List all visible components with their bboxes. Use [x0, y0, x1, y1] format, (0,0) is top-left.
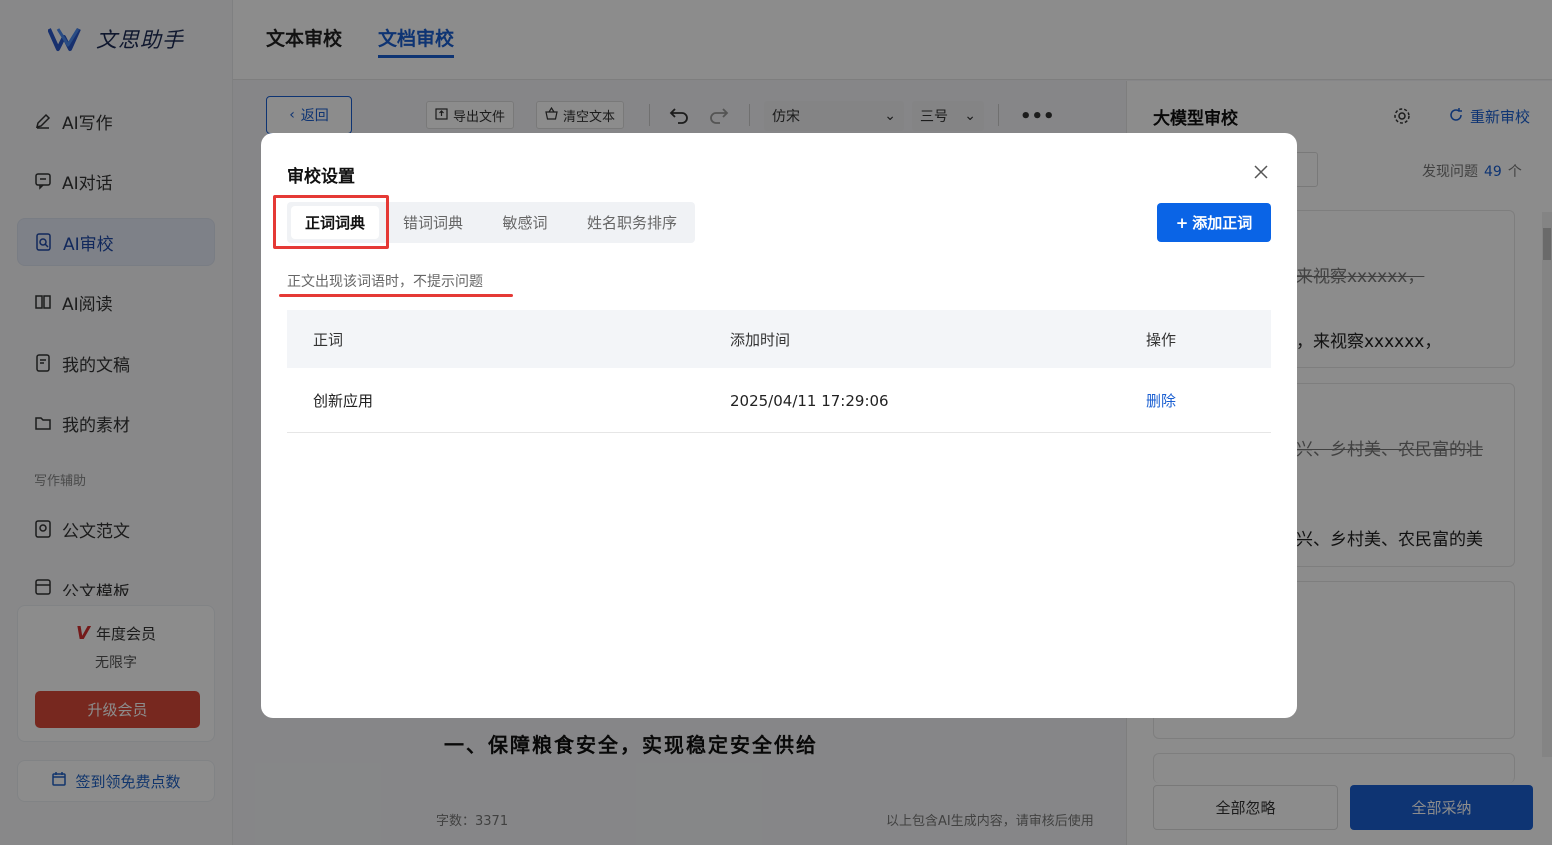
hint-text: 正文出现该词语时，不提示问题 — [287, 274, 483, 290]
delete-link[interactable]: 删除 — [1146, 368, 1176, 433]
cell-time: 2025/04/11 17:29:06 — [730, 391, 889, 410]
column-header-word: 正词 — [313, 330, 344, 349]
tab-name-title-order[interactable]: 姓名职务排序 — [575, 202, 689, 243]
close-icon[interactable] — [1251, 162, 1271, 182]
tab-wrong-words[interactable]: 错词词典 — [391, 202, 475, 243]
plus-icon: + — [1175, 213, 1189, 232]
modal-title: 审校设置 — [287, 167, 355, 187]
cell-word: 创新应用 — [313, 392, 374, 410]
table-header: 正词 添加时间 操作 — [287, 310, 1271, 368]
tab-sensitive-words[interactable]: 敏感词 — [487, 202, 563, 243]
add-button-label: 添加正词 — [1192, 214, 1253, 232]
column-header-time: 添加时间 — [730, 330, 791, 349]
proofread-settings-modal: 审校设置 正词词典 错词词典 敏感词 姓名职务排序 + 添加正词 正文出现该词语… — [261, 133, 1297, 718]
highlight-annotation-underline — [279, 294, 513, 297]
add-correct-word-button[interactable]: + 添加正词 — [1157, 203, 1271, 242]
table-row: 创新应用 2025/04/11 17:29:06 删除 — [287, 368, 1271, 433]
highlight-annotation-box — [273, 195, 389, 249]
column-header-action: 操作 — [1146, 330, 1177, 349]
